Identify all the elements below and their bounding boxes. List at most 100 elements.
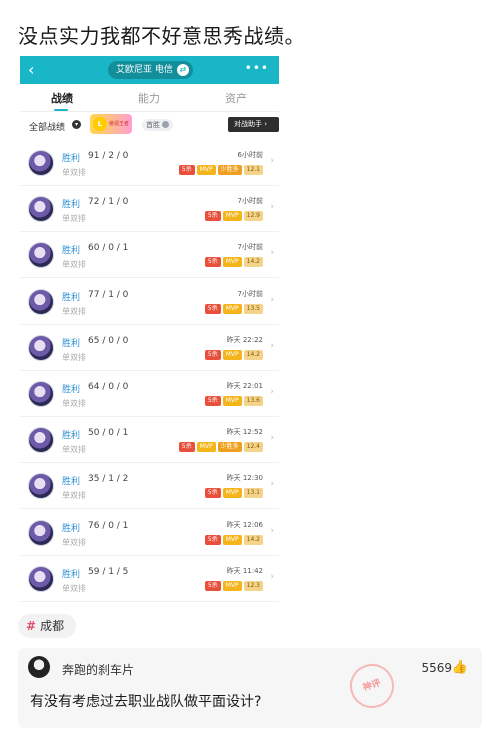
match-kda: 72 / 1 / 0 [88, 197, 129, 208]
server-selector[interactable]: 艾欧尼亚 电信 ⇄ [108, 61, 193, 79]
match-kda: 77 / 1 / 0 [88, 289, 129, 300]
match-mode: 单双排 [62, 491, 86, 501]
mvp-badge: MVP [222, 488, 242, 499]
match-kda: 64 / 0 / 0 [88, 382, 129, 392]
mvp-badge: MVP [196, 165, 216, 175]
match-badges: 5杀 MVP 少胜多 12.4 [178, 442, 263, 453]
match-time: 7小时前 [237, 289, 263, 298]
chevron-right-icon: › [270, 387, 274, 397]
filter-row: 全部战绩 ▾ L 傲视王者 首胜 对战助手 › [20, 114, 279, 136]
avatar[interactable] [28, 656, 50, 678]
penta-kill-badge: 5杀 [204, 211, 221, 222]
first-win-badge[interactable]: 首胜 [142, 119, 173, 131]
app-screenshot: ‹ 艾欧尼亚 电信 ⇄ ••• 战绩 能力 资产 全部战绩 ▾ L 傲视王者 首… [20, 56, 279, 602]
score-badge: 12.1 [243, 165, 263, 175]
match-row[interactable]: 胜利 59 / 1 / 5 单双排 昨天 11:42 › 5杀 MVP 12.3 [20, 556, 279, 602]
comment-card: 奔跑的刹车片 5569 👍 神评 有没有考虑过去职业战队做平面设计? [18, 648, 482, 728]
penta-kill-badge: 5杀 [178, 165, 195, 175]
penta-kill-badge: 5杀 [204, 534, 221, 545]
chevron-right-icon: › [270, 156, 274, 166]
rank-badge: L 傲视王者 [90, 114, 132, 134]
score-badge: 13.6 [243, 396, 263, 406]
back-icon[interactable]: ‹ [28, 60, 34, 80]
score-badge: 14.2 [243, 257, 263, 268]
champion-avatar [28, 519, 54, 546]
like-count: 5569 [421, 661, 452, 675]
penta-kill-badge: 5杀 [204, 396, 221, 406]
match-result: 胜利 [62, 523, 81, 534]
chevron-right-icon: › [270, 433, 274, 444]
mvp-badge: MVP [222, 257, 242, 268]
match-badges: 5杀 MVP 12.3 [204, 580, 263, 591]
match-badges: 5杀 MVP 13.1 [204, 488, 263, 499]
match-mode: 单双排 [62, 583, 86, 593]
match-badges: 5杀 MVP 13.6 [204, 396, 263, 406]
match-badges: 5杀 MVP 14.2 [204, 349, 263, 360]
mvp-badge: MVP [222, 211, 242, 222]
chevron-right-icon: › [270, 479, 274, 490]
hot-comment-stamp: 神评 [344, 658, 400, 714]
match-row[interactable]: 胜利 60 / 0 / 1 单双排 7小时前 › 5杀 MVP 14.2 [20, 232, 279, 279]
match-time: 昨天 12:06 [226, 520, 263, 529]
score-badge: 13.5 [243, 303, 263, 314]
match-time: 昨天 12:30 [226, 474, 263, 483]
match-kda: 65 / 0 / 0 [88, 335, 129, 346]
match-mode: 单双排 [62, 306, 86, 316]
match-mode: 单双排 [62, 352, 86, 362]
match-badges: 5杀 MVP 14.2 [204, 534, 263, 545]
mvp-badge: MVP [222, 580, 242, 591]
match-row[interactable]: 胜利 72 / 1 / 0 单双排 7小时前 › 5杀 MVP 12.9 [20, 186, 279, 233]
match-row[interactable]: 胜利 50 / 0 / 1 单双排 昨天 12:52 › 5杀 MVP 少胜多 12.4 [20, 417, 279, 464]
chevron-right-icon: › [270, 340, 274, 351]
first-win-label: 首胜 [146, 121, 160, 129]
match-result: 胜利 [62, 477, 81, 488]
tab-ability[interactable]: 能力 [138, 90, 160, 106]
match-time: 昨天 11:42 [226, 566, 263, 575]
match-mode: 单双排 [62, 214, 86, 224]
penta-kill-badge: 5杀 [204, 580, 221, 591]
match-kda: 91 / 2 / 0 [88, 151, 129, 161]
dropdown-icon[interactable]: ▾ [72, 120, 81, 129]
chevron-right-icon: › [270, 525, 274, 536]
rank-letter: L [93, 117, 107, 131]
match-time: 6小时前 [237, 151, 263, 159]
match-row[interactable]: 胜利 35 / 1 / 2 单双排 昨天 12:30 › 5杀 MVP 13.1 [20, 463, 279, 510]
match-badges: 5杀 MVP 13.5 [204, 303, 263, 314]
champion-avatar [28, 334, 54, 361]
penta-kill-badge: 5杀 [204, 488, 221, 499]
match-mode: 单双排 [62, 168, 86, 177]
more-icon[interactable]: ••• [245, 61, 269, 75]
app-header: ‹ 艾欧尼亚 电信 ⇄ ••• [20, 56, 279, 84]
penta-kill-badge: 5杀 [178, 442, 195, 453]
match-result: 胜利 [62, 338, 81, 349]
score-badge: 14.2 [243, 349, 263, 360]
match-time: 7小时前 [237, 197, 263, 206]
tab-assets[interactable]: 资产 [225, 90, 247, 106]
score-badge: 14.2 [243, 534, 263, 545]
thumbs-up-icon[interactable]: 👍 [452, 660, 468, 675]
score-badge: 12.4 [243, 442, 263, 453]
match-mode: 单双排 [62, 399, 86, 408]
match-result: 胜利 [62, 431, 81, 442]
rank-text: 傲视王者 [108, 121, 129, 127]
match-row[interactable]: 胜利 76 / 0 / 1 单双排 昨天 12:06 › 5杀 MVP 14.2 [20, 510, 279, 556]
match-row[interactable]: 胜利 65 / 0 / 0 单双排 昨天 22:22 › 5杀 MVP 14.2 [20, 325, 279, 371]
champion-avatar [28, 196, 54, 223]
chevron-right-icon: › [270, 202, 274, 213]
filter-dropdown[interactable]: 全部战绩 [29, 120, 65, 133]
champion-avatar [28, 427, 54, 454]
match-mode: 单双排 [62, 260, 86, 270]
comment-username[interactable]: 奔跑的刹车片 [62, 661, 134, 678]
score-badge: 12.9 [243, 211, 263, 222]
server-name: 艾欧尼亚 电信 [116, 65, 173, 75]
match-row[interactable]: 胜利 64 / 0 / 0 单双排 昨天 22:01 › 5杀 MVP 13.6 [20, 371, 279, 417]
topic-tag[interactable]: # 成都 [18, 614, 77, 638]
match-row[interactable]: 胜利 91 / 2 / 0 单双排 6小时前 › 5杀 MVP 少胜多 12.1 [20, 140, 279, 186]
tab-record[interactable]: 战绩 [51, 90, 73, 106]
match-kda: 50 / 0 / 1 [88, 428, 129, 439]
match-row[interactable]: 胜利 77 / 1 / 0 单双排 7小时前 › 5杀 MVP 13.5 [20, 279, 279, 325]
mvp-badge: MVP [222, 396, 242, 406]
match-time: 昨天 12:52 [226, 428, 263, 437]
tab-bar: 战绩 能力 资产 [20, 84, 279, 112]
battle-assistant-button[interactable]: 对战助手 › [228, 117, 279, 132]
